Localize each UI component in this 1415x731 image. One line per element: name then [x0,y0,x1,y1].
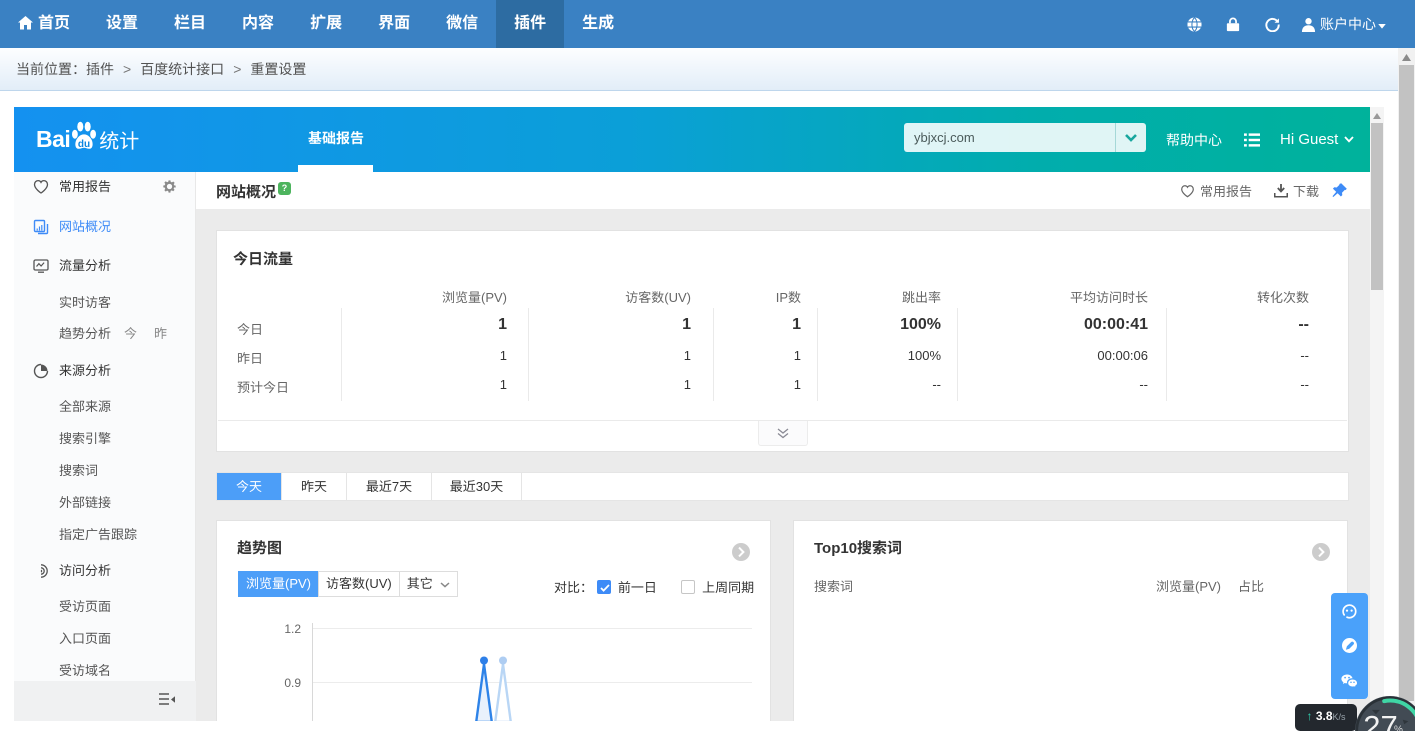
svg-text:du: du [78,139,90,150]
svg-text:27: 27 [1363,709,1397,731]
svg-text:%: % [1394,725,1403,731]
